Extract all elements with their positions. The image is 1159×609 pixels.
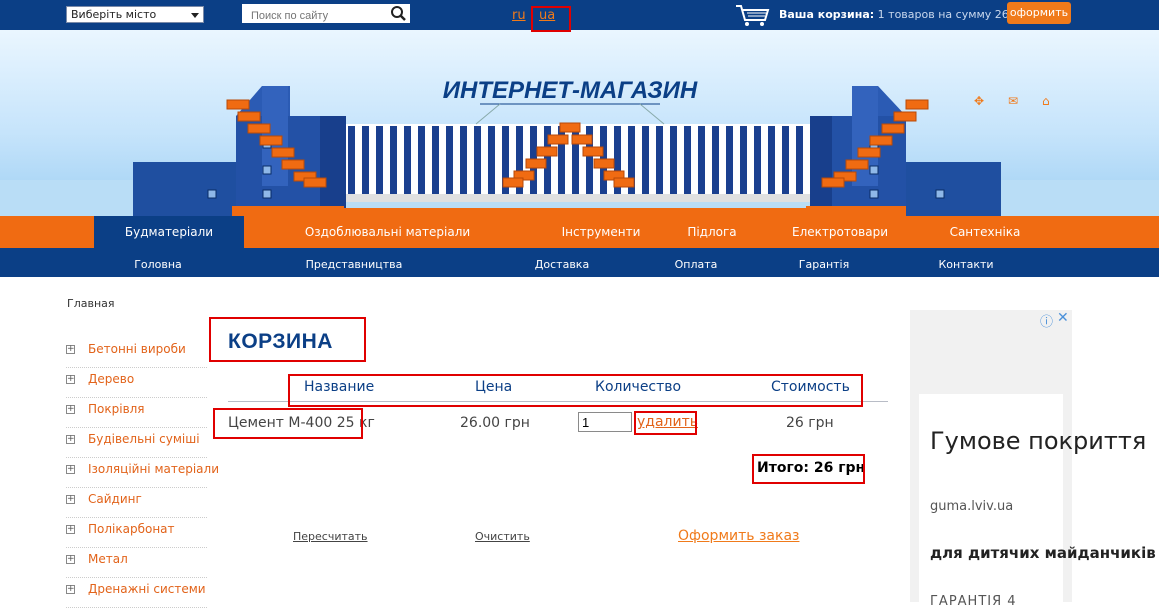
right-tower-graphic bbox=[806, 86, 1001, 216]
expand-plus-icon[interactable]: + bbox=[66, 525, 75, 534]
ad-info-icon[interactable]: ⓘ bbox=[1040, 311, 1053, 330]
mail-icon[interactable]: ✉ bbox=[1008, 94, 1018, 108]
nav-category-item[interactable]: Підлога bbox=[672, 216, 752, 248]
sidebar-item[interactable]: + Сайдинг bbox=[66, 488, 207, 518]
expand-plus-icon[interactable]: + bbox=[66, 495, 75, 504]
expand-plus-icon[interactable]: + bbox=[66, 435, 75, 444]
left-tower-graphic bbox=[133, 86, 346, 216]
sitemap-icon[interactable]: ✥ bbox=[974, 94, 984, 108]
nav-category-item[interactable]: Електротовари bbox=[780, 216, 900, 248]
ad-url[interactable]: guma.lviv.ua bbox=[930, 499, 1013, 514]
search-input[interactable] bbox=[242, 4, 388, 23]
quantity-input[interactable] bbox=[578, 412, 632, 432]
sidebar-item[interactable]: + Полікарбонат bbox=[66, 518, 207, 548]
checkout-button[interactable]: оформить bbox=[1007, 2, 1071, 24]
recalculate-link[interactable]: Пересчитать bbox=[293, 530, 368, 543]
sidebar-item-label[interactable]: Метал bbox=[88, 552, 128, 566]
subnav-item[interactable]: Головна bbox=[118, 248, 198, 277]
store-banner-illustration: ИНТЕРНЕТ-МАГАЗИН bbox=[0, 77, 1159, 216]
highlight-box bbox=[209, 317, 366, 362]
ad-close-icon[interactable]: ✕ bbox=[1057, 310, 1069, 326]
nav-category-item[interactable]: Оздоблювальні матеріали bbox=[300, 216, 475, 248]
nav-category-item[interactable]: Сантехніка bbox=[940, 216, 1030, 248]
cart-item-price: 26.00 грн bbox=[460, 415, 530, 431]
cart-label: Ваша корзина: bbox=[779, 8, 875, 21]
main-category-nav: Будматеріали Оздоблювальні матеріали Інс… bbox=[0, 216, 1159, 248]
ad-title[interactable]: Гумове покриття bbox=[930, 426, 1146, 457]
site-logo: ИНТЕРНЕТ-МАГАЗИН bbox=[443, 77, 698, 104]
subnav-item[interactable]: Контакти bbox=[926, 248, 1006, 277]
cart-summary: Ваша корзина: 1 товаров на сумму 26 грн bbox=[779, 8, 1032, 21]
city-select-value: Виберіть місто bbox=[71, 8, 157, 21]
sidebar-item-label[interactable]: Сайдинг bbox=[88, 492, 142, 506]
highlight-box bbox=[634, 411, 697, 435]
sidebar-item[interactable]: + Будівельні суміші bbox=[66, 428, 207, 458]
expand-plus-icon[interactable]: + bbox=[66, 375, 75, 384]
subnav-item[interactable]: Доставка bbox=[522, 248, 602, 277]
ad-description[interactable]: для дитячих майданчиків bbox=[930, 543, 1156, 564]
sub-nav: Головна Представництва Доставка Оплата Г… bbox=[0, 248, 1159, 277]
subnav-item[interactable]: Гарантія bbox=[784, 248, 864, 277]
sidebar-item-label[interactable]: Дренажні системи bbox=[88, 582, 206, 596]
search-button[interactable] bbox=[388, 4, 410, 23]
expand-plus-icon[interactable]: + bbox=[66, 585, 75, 594]
sidebar-item[interactable]: + Метал bbox=[66, 548, 207, 578]
chevron-down-icon bbox=[191, 13, 199, 18]
nav-category-item[interactable]: Інструменти bbox=[556, 216, 646, 248]
home-icon[interactable]: ⌂ bbox=[1042, 94, 1050, 108]
place-order-link[interactable]: Оформить заказ bbox=[678, 528, 799, 544]
sidebar-item-label[interactable]: Бетонні вироби bbox=[88, 342, 186, 356]
highlight-box bbox=[752, 454, 865, 484]
search-icon bbox=[391, 6, 406, 21]
header-banner: ИНТЕРНЕТ-МАГАЗИН ✥ ✉ ⌂ bbox=[0, 30, 1159, 216]
breadcrumb[interactable]: Главная bbox=[67, 297, 115, 310]
sidebar-item-label[interactable]: Полікарбонат bbox=[88, 522, 175, 536]
sidebar-item-label[interactable]: Дерево bbox=[88, 372, 134, 386]
top-bar: Виберіть місто ru ua Ваша корзина: 1 тов… bbox=[0, 0, 1159, 30]
highlight-box bbox=[531, 6, 571, 32]
expand-plus-icon[interactable]: + bbox=[66, 345, 75, 354]
shopping-cart-icon[interactable] bbox=[735, 3, 771, 27]
city-select[interactable]: Виберіть місто bbox=[66, 6, 204, 23]
sidebar-item[interactable]: + Бетонні вироби bbox=[66, 338, 207, 368]
clear-cart-link[interactable]: Очистить bbox=[475, 530, 530, 543]
subnav-item[interactable]: Оплата bbox=[656, 248, 736, 277]
sidebar-item-label[interactable]: Будівельні суміші bbox=[88, 432, 200, 446]
highlight-box bbox=[213, 408, 363, 439]
nav-category-item[interactable]: Будматеріали bbox=[94, 216, 244, 248]
subnav-item[interactable]: Представництва bbox=[294, 248, 414, 277]
cart-item-cost: 26 грн bbox=[786, 415, 834, 431]
sidebar-item[interactable]: + Дренажні системи bbox=[66, 578, 207, 608]
expand-plus-icon[interactable]: + bbox=[66, 555, 75, 564]
sidebar-item-label[interactable]: Ізоляційні матеріали bbox=[88, 462, 219, 476]
expand-plus-icon[interactable]: + bbox=[66, 405, 75, 414]
sidebar-item[interactable]: + Дерево bbox=[66, 368, 207, 398]
sidebar-item-label[interactable]: Покрівля bbox=[88, 402, 145, 416]
highlight-box bbox=[288, 374, 863, 407]
sidebar-item[interactable]: + Покрівля bbox=[66, 398, 207, 428]
search-box bbox=[242, 4, 410, 23]
lang-ru-link[interactable]: ru bbox=[512, 8, 526, 23]
sidebar-item[interactable]: + Ізоляційні матеріали bbox=[66, 458, 219, 488]
expand-plus-icon[interactable]: + bbox=[66, 465, 75, 474]
